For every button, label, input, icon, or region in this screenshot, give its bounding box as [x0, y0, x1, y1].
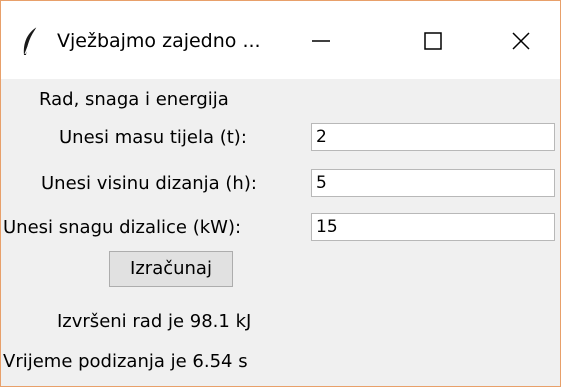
window-title: Vježbajmo zajedno ...	[57, 30, 261, 52]
app-window: Vježbajmo zajedno ... Rad, snaga i energ…	[0, 0, 561, 387]
height-label: Unesi visinu dizanja (h):	[41, 173, 257, 194]
maximize-button[interactable]	[405, 19, 461, 63]
time-result: Vrijeme podizanja je 6.54 s	[3, 351, 248, 372]
height-input[interactable]: 5	[311, 169, 555, 197]
mass-label: Unesi masu tijela (t):	[59, 127, 247, 148]
maximize-icon	[424, 32, 442, 50]
close-button[interactable]	[493, 19, 549, 63]
power-label: Unesi snagu dizalice (kW):	[3, 217, 242, 238]
work-result: Izvršeni rad je 98.1 kJ	[57, 311, 252, 332]
feather-icon	[19, 25, 41, 59]
power-input[interactable]: 15	[311, 213, 555, 241]
minimize-icon	[312, 40, 330, 42]
heading-label: Rad, snaga i energija	[39, 89, 229, 110]
form-area: Rad, snaga i energija Unesi masu tijela …	[1, 79, 560, 386]
minimize-button[interactable]	[293, 19, 349, 63]
calculate-button[interactable]: Izračunaj	[109, 251, 233, 287]
mass-input[interactable]: 2	[311, 123, 555, 151]
title-bar[interactable]: Vježbajmo zajedno ...	[1, 1, 560, 79]
close-icon	[512, 32, 530, 50]
